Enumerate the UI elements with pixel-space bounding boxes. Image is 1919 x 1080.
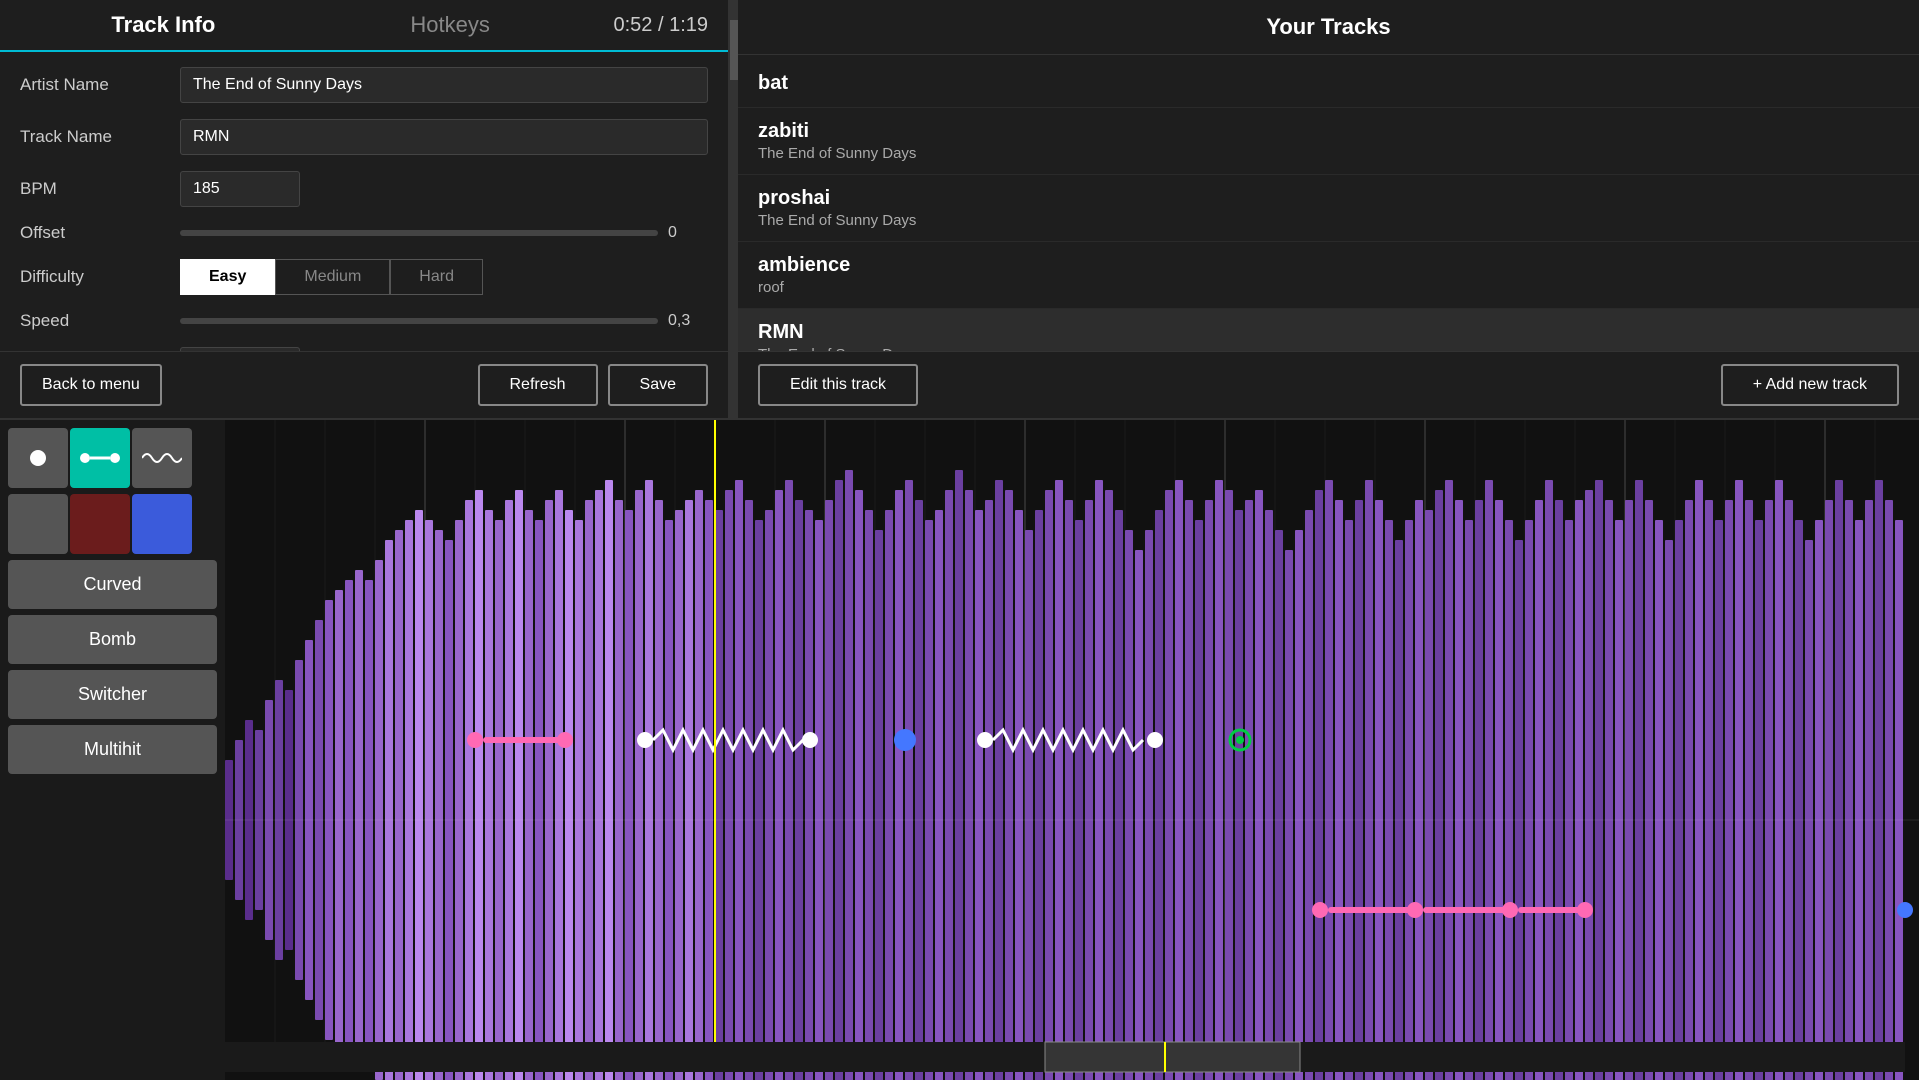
speed-slider-container: 0,3 [180,312,708,330]
left-panel-footer: Back to menu Refresh Save [0,351,728,418]
curved-button[interactable]: Curved [8,560,217,609]
tab-hotkeys[interactable]: Hotkeys [307,12,594,38]
panel-header: Track Info Hotkeys 0:52 / 1:19 [0,0,728,52]
tab-track-info[interactable]: Track Info [20,12,307,38]
track-name: bat [758,72,1899,95]
tool-dot[interactable] [8,428,68,488]
scrollbar-thumb [730,20,738,80]
top-section: Track Info Hotkeys 0:52 / 1:19 Artist Na… [0,0,1919,420]
back-to-menu-button[interactable]: Back to menu [20,364,162,406]
note-pink-left[interactable] [467,732,483,748]
waveform-svg: // Will be replaced by static SVG [225,420,1919,1080]
track-name: ambience [758,254,1899,277]
difficulty-row: Difficulty Easy Medium Hard [20,259,708,295]
tool-row-top [8,428,217,488]
bpm-input[interactable] [180,171,300,207]
note-pink-right-4[interactable] [1577,902,1593,918]
bottom-section: Curved Bomb Switcher Multihit // Will be… [0,420,1919,1080]
track-item[interactable]: zabiti The End of Sunny Days [738,108,1919,175]
right-panel-footer: Edit this track + Add new track [738,351,1919,418]
scrollbar[interactable] [730,0,738,418]
track-name-input[interactable] [180,119,708,155]
artist-label: Artist Name [20,75,180,95]
waveform-area[interactable]: // Will be replaced by static SVG [225,420,1919,1080]
right-panel-title: Your Tracks [738,0,1919,55]
offset-row: Offset 0 [20,223,708,243]
note-pink-right-3[interactable] [1502,902,1518,918]
artist-row: Artist Name [20,67,708,103]
track-name: zabiti [758,120,1899,143]
offset-slider-container: 0 [180,224,708,242]
track-info-form: Artist Name Track Name BPM Offset 0 [0,52,728,351]
add-track-button[interactable]: + Add new track [1721,364,1899,406]
speed-value: 0,3 [668,312,708,330]
bpm-label: BPM [20,179,180,199]
left-panel: Track Info Hotkeys 0:52 / 1:19 Artist Na… [0,0,730,418]
tool-color-red[interactable] [70,494,130,554]
connector-pink-left [483,737,565,743]
bomb-button[interactable]: Bomb [8,615,217,664]
offset-label: Offset [20,223,180,243]
time-display: 0:52 / 1:19 [613,14,708,37]
note-pink-right-1[interactable] [1312,902,1328,918]
offset-slider[interactable] [180,230,658,236]
track-name-row: Track Name [20,119,708,155]
note-pink-left-end[interactable] [557,732,573,748]
tool-row-color [8,494,217,554]
track-artist: roof [758,279,1899,296]
note-pink-right-2[interactable] [1407,902,1423,918]
track-name: RMN [758,321,1899,344]
tool-color-blue[interactable] [132,494,192,554]
note-white-1-end[interactable] [802,732,818,748]
tool-color-gray[interactable] [8,494,68,554]
speed-row: Speed 0,3 [20,311,708,331]
note-white-2[interactable] [977,732,993,748]
difficulty-group: Easy Medium Hard [180,259,483,295]
track-artist: The End of Sunny Days [758,145,1899,162]
artist-input[interactable] [180,67,708,103]
tool-wave[interactable] [132,428,192,488]
track-name-label: Track Name [20,127,180,147]
note-blue[interactable] [894,729,916,751]
multihit-button[interactable]: Multihit [8,725,217,774]
note-white-1[interactable] [637,732,653,748]
bpm-row: BPM [20,171,708,207]
track-item[interactable]: ambience roof [738,242,1919,309]
note-blue-right[interactable] [1897,902,1913,918]
track-item-selected[interactable]: RMN The End of Sunny Days [738,309,1919,351]
difficulty-hard[interactable]: Hard [390,259,483,295]
speed-label: Speed [20,311,180,331]
difficulty-easy[interactable]: Easy [180,259,275,295]
speed-slider[interactable] [180,318,658,324]
difficulty-medium[interactable]: Medium [275,259,390,295]
minimap-viewport[interactable] [1045,1042,1300,1072]
switcher-button[interactable]: Switcher [8,670,217,719]
tracks-list: bat zabiti The End of Sunny Days proshai… [738,55,1919,351]
tool-slider[interactable] [70,428,130,488]
track-name: proshai [758,187,1899,210]
difficulty-label: Difficulty [20,267,180,287]
tool-panel: Curved Bomb Switcher Multihit [0,420,225,1080]
track-artist: The End of Sunny Days [758,212,1899,229]
right-panel: Your Tracks bat zabiti The End of Sunny … [738,0,1919,418]
save-button[interactable]: Save [608,364,708,406]
note-white-2-end[interactable] [1147,732,1163,748]
track-item[interactable]: bat [738,60,1919,108]
track-item[interactable]: proshai The End of Sunny Days [738,175,1919,242]
offset-value: 0 [668,224,708,242]
refresh-button[interactable]: Refresh [478,364,598,406]
edit-track-button[interactable]: Edit this track [758,364,918,406]
